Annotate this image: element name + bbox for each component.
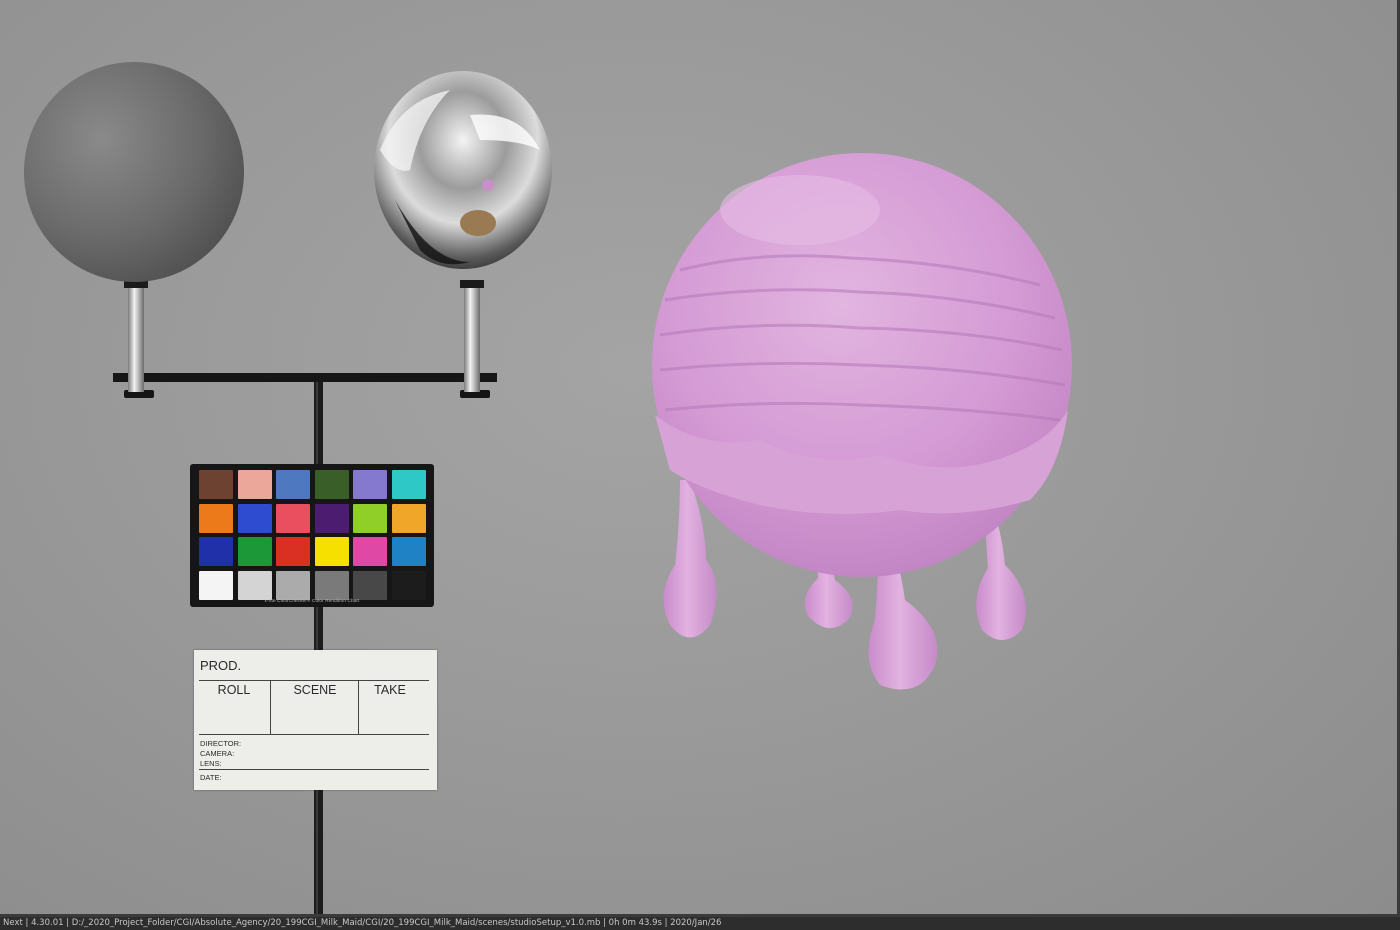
color-checker-patch <box>391 503 426 533</box>
render-viewport: x-rite ColorChecker® Color Rendition Cha… <box>0 0 1400 917</box>
color-checker-patch <box>237 503 272 533</box>
color-checker-patch <box>353 503 387 533</box>
color-checker-patch <box>276 537 310 566</box>
color-checker-patch <box>391 570 426 600</box>
status-bar: Next | 4.30.01 | D:/_2020_Project_Folder… <box>0 917 1400 930</box>
slate-take-label: TAKE <box>374 683 406 697</box>
slate-roll-label: ROLL <box>217 683 251 697</box>
color-checker-patch <box>276 570 310 600</box>
color-checker-patch <box>237 470 272 499</box>
color-checker-patch <box>276 503 310 533</box>
color-checker-patch <box>353 470 387 499</box>
color-checker-patch <box>199 503 233 533</box>
color-checker-chart: x-rite ColorChecker® Color Rendition Cha… <box>190 464 434 607</box>
clapper-slate: PROD. ROLL SCENE TAKE DIRECTOR: CAMERA: … <box>194 650 437 790</box>
right-support-pole <box>464 288 480 392</box>
left-support-pole <box>128 288 144 392</box>
color-checker-patch <box>391 537 426 566</box>
slate-scene-label: SCENE <box>293 683 337 697</box>
ice-cream-scoop <box>652 153 1072 690</box>
color-checker-patch <box>353 537 387 566</box>
color-checker-patch <box>237 537 272 566</box>
color-checker-patch <box>199 537 233 566</box>
color-checker-patch <box>199 570 233 600</box>
color-checker-patch <box>199 470 233 499</box>
grey-reference-ball <box>24 62 244 282</box>
color-checker-patch <box>314 503 349 533</box>
color-checker-patch <box>314 537 349 566</box>
color-checker-patch <box>391 470 426 499</box>
color-checker-patch <box>276 470 310 499</box>
chrome-reference-ball <box>374 71 552 269</box>
slate-prod-label: PROD. <box>200 658 242 673</box>
slate-date-label: DATE: <box>200 773 222 782</box>
color-checker-caption: x-rite ColorChecker® Color Rendition Cha… <box>264 598 360 603</box>
color-checker-patch <box>314 570 349 600</box>
color-checker-patch <box>237 570 272 600</box>
slate-lens-label: LENS: <box>200 759 222 768</box>
color-checker-patch <box>353 570 387 600</box>
stand-pole <box>314 378 323 917</box>
slate-camera-label: CAMERA: <box>200 749 235 758</box>
slate-director-label: DIRECTOR: <box>200 739 242 748</box>
stand-crossbar <box>113 373 497 382</box>
color-checker-patch <box>314 470 349 499</box>
